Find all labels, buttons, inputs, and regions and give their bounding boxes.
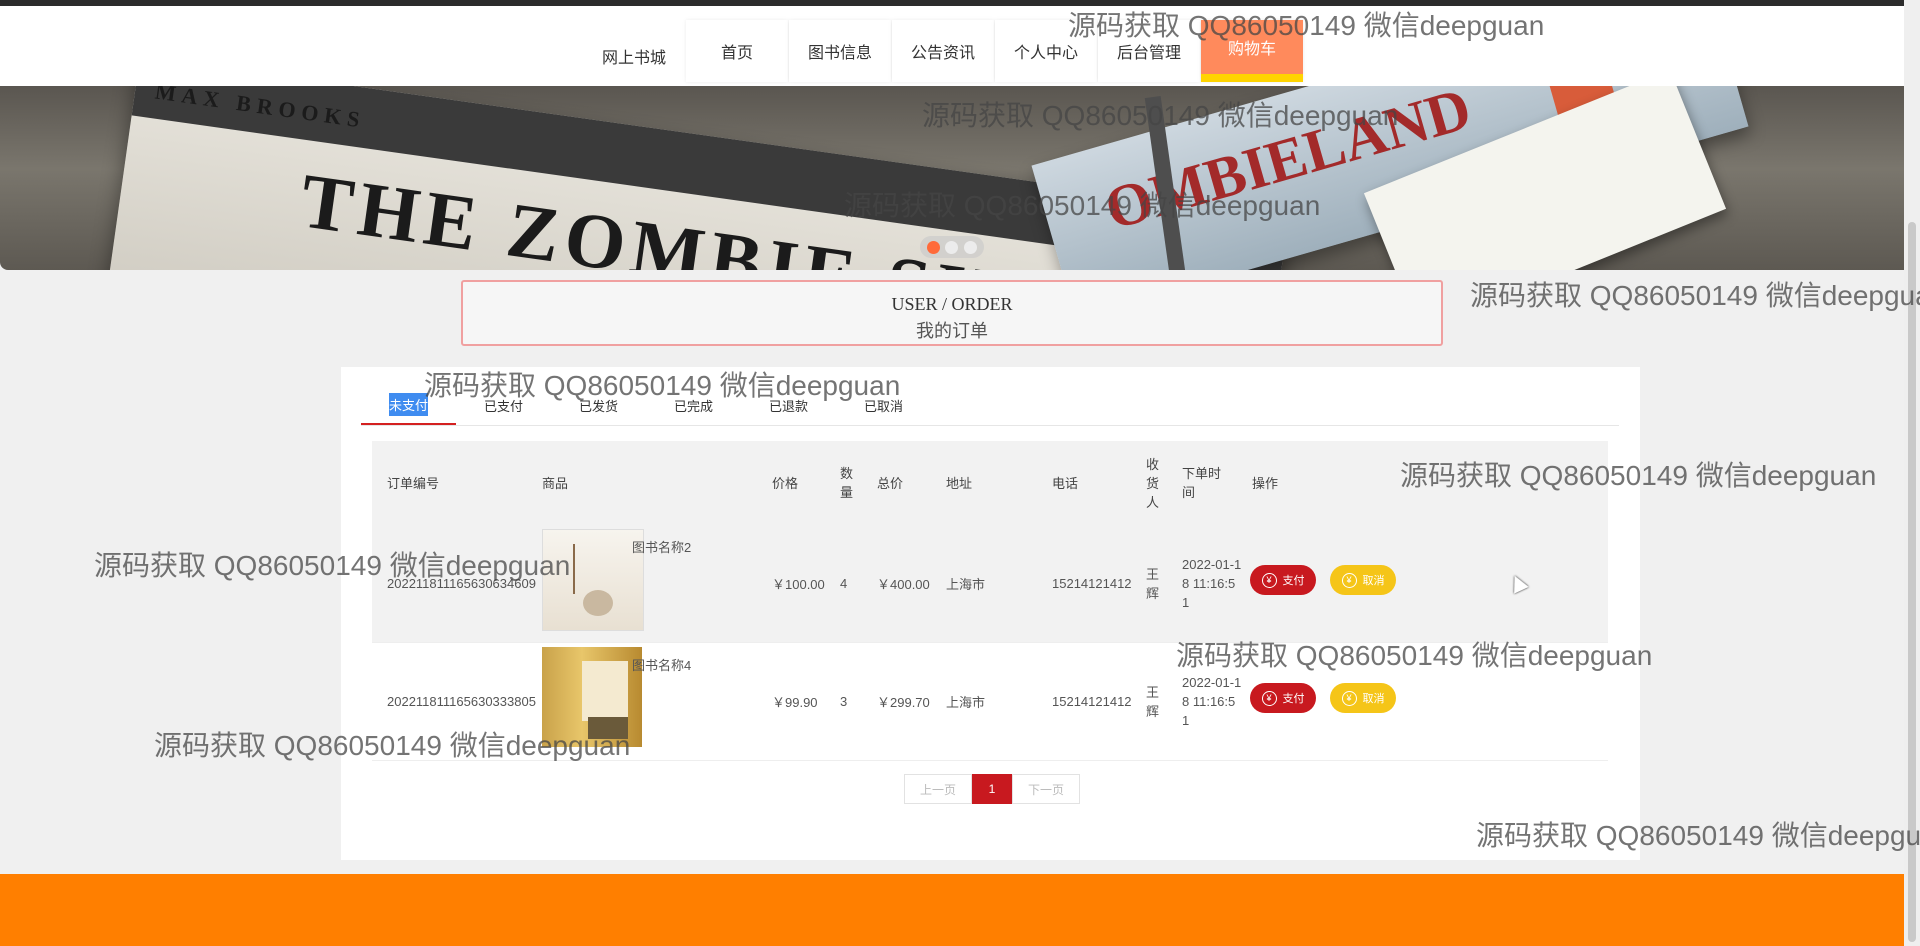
next-page-button[interactable]: 下一页: [1012, 774, 1080, 804]
cell-price: ￥99.90: [772, 695, 818, 710]
carousel-dot-3[interactable]: [964, 240, 978, 254]
table-header: 订单编号 商品 价格 数量 总价 地址 电话 收货人 下单时间 操作: [372, 441, 1608, 525]
cancel-button[interactable]: ¥ 取消: [1330, 565, 1396, 595]
cell-order-no: 20221181116563063460​9: [387, 576, 536, 591]
cell-receiver: 王辉: [1146, 566, 1160, 601]
th-receiver: 收货人: [1146, 456, 1160, 510]
yuan-icon: ¥: [1341, 690, 1357, 706]
tab-refunded[interactable]: 已退款: [741, 385, 836, 425]
nav-news[interactable]: 公告资讯: [892, 20, 994, 82]
th-product: 商品: [542, 475, 569, 491]
cancel-label: 取消: [1362, 693, 1385, 705]
th-action: 操作: [1252, 475, 1279, 491]
product-cover-image[interactable]: [542, 647, 642, 747]
pay-label: 支付: [1282, 693, 1305, 705]
carousel-dot-1[interactable]: [926, 240, 940, 254]
pagination: 上一页 1 下一页: [904, 774, 1080, 804]
th-order-no: 订单编号: [387, 475, 440, 491]
carousel-indicator: [920, 236, 984, 258]
th-price: 价格: [772, 475, 799, 491]
cell-address: 上海市: [946, 695, 986, 710]
section-title-en: USER / ORDER: [891, 294, 1013, 314]
cell-receiver: 王辉: [1146, 684, 1160, 719]
order-table: 订单编号 商品 价格 数量 总价 地址 电话 收货人 下单时间 操作 20221…: [372, 441, 1608, 761]
scrollbar-thumb[interactable]: [1908, 222, 1916, 942]
cell-qty: 3: [840, 694, 848, 709]
th-total: 总价: [877, 475, 904, 491]
cell-total: ￥400.00: [877, 577, 930, 592]
product-name[interactable]: 图书名称4: [632, 655, 691, 674]
section-title-box: USER / ORDER 我的订单: [461, 280, 1443, 346]
th-phone: 电话: [1052, 475, 1079, 491]
nav-books[interactable]: 图书信息: [789, 20, 891, 82]
nav-admin[interactable]: 后台管理: [1098, 20, 1200, 82]
table-row: 20221181116563033380​5 图书名称4 ￥99.90 3 ￥2…: [372, 643, 1608, 761]
cell-total: ￥299.70: [877, 695, 930, 710]
pay-label: 支付: [1282, 575, 1305, 587]
order-status-tabs: 未支付 已支付 已发货 已完成 已退款 已取消: [361, 385, 1619, 426]
carousel-dot-2[interactable]: [945, 240, 959, 254]
tab-paid[interactable]: 已支付: [456, 385, 551, 425]
footer-bar: [0, 874, 1904, 946]
watermark-text: 源码获取 QQ86050149 微信deepguan: [1470, 280, 1920, 311]
cell-time: 2022-01-18 11:16:51: [1182, 557, 1242, 610]
th-time: 下单时间: [1182, 466, 1222, 500]
tab-cancelled[interactable]: 已取消: [836, 385, 931, 425]
site-name[interactable]: 网上书城: [602, 44, 666, 68]
table-row: 20221181116563063460​9 图书名称2 ￥100.00 4 ￥…: [372, 525, 1608, 643]
section-title-cn: 我的订单: [916, 321, 988, 342]
pay-button[interactable]: ¥ 支付: [1250, 683, 1316, 713]
yuan-icon: ¥: [1341, 572, 1357, 588]
cancel-button[interactable]: ¥ 取消: [1330, 683, 1396, 713]
tab-shipped[interactable]: 已发货: [551, 385, 646, 425]
yuan-icon: ¥: [1261, 690, 1277, 706]
pay-button[interactable]: ¥ 支付: [1250, 565, 1316, 595]
product-name[interactable]: 图书名称2: [632, 537, 691, 556]
nav-profile[interactable]: 个人中心: [995, 20, 1097, 82]
cell-price: ￥100.00: [772, 577, 825, 592]
cell-phone: 15214121412: [1052, 694, 1132, 709]
tab-unpaid[interactable]: 未支付: [361, 385, 456, 425]
yuan-icon: ¥: [1261, 572, 1277, 588]
tab-completed[interactable]: 已完成: [646, 385, 741, 425]
cell-phone: 15214121412: [1052, 576, 1132, 591]
tab-unpaid-label: 未支付: [388, 392, 428, 416]
site-header: 网上书城 首页 图书信息 公告资讯 个人中心 后台管理 购物车: [0, 6, 1920, 86]
product-cover-image[interactable]: [542, 529, 644, 631]
main-nav: 首页 图书信息 公告资讯 个人中心 后台管理 购物车: [686, 20, 1304, 82]
cell-time: 2022-01-18 11:16:51: [1182, 675, 1242, 728]
page-1-button[interactable]: 1: [972, 774, 1012, 804]
cancel-label: 取消: [1362, 575, 1385, 587]
cell-order-no: 20221181116563033380​5: [387, 694, 536, 709]
th-qty: 数量: [840, 466, 854, 500]
prev-page-button[interactable]: 上一页: [904, 774, 972, 804]
nav-home[interactable]: 首页: [686, 20, 788, 82]
cell-address: 上海市: [946, 577, 986, 592]
cell-qty: 4: [840, 576, 848, 591]
th-address: 地址: [946, 475, 973, 491]
nav-cart[interactable]: 购物车: [1201, 20, 1303, 82]
